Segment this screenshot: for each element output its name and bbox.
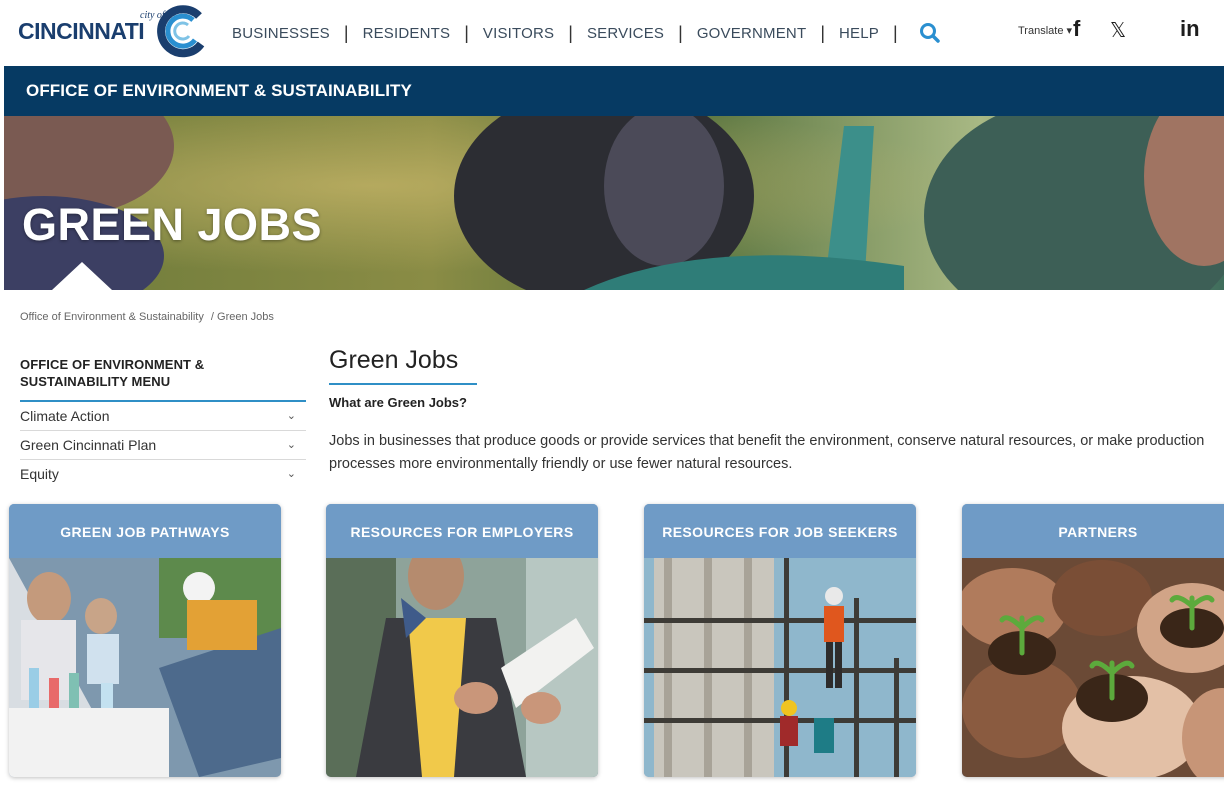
chevron-down-icon[interactable]: ⌄ bbox=[287, 460, 296, 488]
nav-government[interactable]: GOVERNMENT bbox=[697, 25, 807, 42]
x-twitter-icon[interactable]: 𝕏 bbox=[1110, 18, 1126, 42]
card-label: GREEN JOB PATHWAYS bbox=[9, 504, 281, 558]
nav-help[interactable]: HELP bbox=[839, 25, 879, 42]
breadcrumb: Office of Environment & Sustainability /… bbox=[20, 311, 278, 323]
side-menu: OFFICE OF ENVIRONMENT & SUSTAINABILITY M… bbox=[20, 356, 306, 489]
card-label: PARTNERS bbox=[962, 504, 1224, 558]
chevron-down-icon[interactable]: ⌄ bbox=[287, 402, 296, 430]
side-menu-item-green-cincinnati-plan[interactable]: Green Cincinnati Plan ⌄ bbox=[20, 431, 306, 460]
title-underline bbox=[329, 383, 477, 385]
side-menu-item-climate-action[interactable]: Climate Action ⌄ bbox=[20, 402, 306, 431]
hero-title: GREEN JOBS bbox=[22, 199, 323, 250]
side-menu-heading: OFFICE OF ENVIRONMENT & SUSTAINABILITY M… bbox=[20, 356, 306, 390]
breadcrumb-current: / Green Jobs bbox=[210, 311, 274, 323]
search-icon[interactable] bbox=[918, 21, 944, 45]
side-menu-heading-line1: OFFICE OF ENVIRONMENT & bbox=[20, 357, 205, 372]
side-menu-item-equity[interactable]: Equity ⌄ bbox=[20, 460, 306, 489]
city-logo[interactable]: city of CINCINNATI bbox=[18, 2, 213, 58]
nav-separator: | bbox=[568, 22, 573, 43]
nav-separator: | bbox=[893, 22, 898, 43]
nav-separator: | bbox=[343, 22, 349, 43]
nav-separator: | bbox=[464, 22, 469, 43]
department-title[interactable]: OFFICE OF ENVIRONMENT & SUSTAINABILITY bbox=[26, 81, 412, 101]
card-image-scaffolding-workers bbox=[644, 558, 916, 777]
section-subheading: What are Green Jobs? bbox=[329, 395, 467, 410]
main-nav: BUSINESSES | RESIDENTS | VISITORS | SERV… bbox=[232, 21, 944, 45]
card-resources-for-job-seekers[interactable]: RESOURCES FOR JOB SEEKERS bbox=[644, 504, 916, 777]
department-banner: OFFICE OF ENVIRONMENT & SUSTAINABILITY bbox=[4, 66, 1224, 116]
nav-separator: | bbox=[678, 22, 683, 43]
card-partners[interactable]: PARTNERS bbox=[962, 504, 1224, 777]
nav-visitors[interactable]: VISITORS bbox=[483, 25, 554, 42]
hero-banner: GREEN JOBS bbox=[4, 116, 1224, 290]
nav-services[interactable]: SERVICES bbox=[587, 25, 664, 42]
translate-dropdown[interactable]: Translate ▾ bbox=[1018, 24, 1072, 37]
nav-businesses[interactable]: BUSINESSES bbox=[232, 25, 330, 42]
card-image-businessman-tablet bbox=[326, 558, 598, 777]
page-title: Green Jobs bbox=[329, 346, 459, 374]
side-menu-item-label: Green Cincinnati Plan bbox=[20, 437, 157, 453]
card-label: RESOURCES FOR JOB SEEKERS bbox=[644, 504, 916, 558]
card-label: RESOURCES FOR EMPLOYERS bbox=[326, 504, 598, 558]
card-image-hands-seedlings bbox=[962, 558, 1224, 777]
breadcrumb-link-office[interactable]: Office of Environment & Sustainability bbox=[20, 311, 204, 323]
side-menu-item-label: Climate Action bbox=[20, 408, 110, 424]
side-menu-item-label: Equity bbox=[20, 466, 59, 482]
nav-residents[interactable]: RESIDENTS bbox=[363, 25, 451, 42]
card-resources-for-employers[interactable]: RESOURCES FOR EMPLOYERS bbox=[326, 504, 598, 777]
card-green-job-pathways[interactable]: GREEN JOB PATHWAYS bbox=[9, 504, 281, 777]
card-image-lab-solar bbox=[9, 558, 281, 777]
linkedin-icon[interactable]: in bbox=[1180, 16, 1200, 42]
facebook-icon[interactable]: f bbox=[1073, 16, 1080, 42]
nav-separator: | bbox=[820, 22, 826, 43]
side-menu-heading-line2: SUSTAINABILITY MENU bbox=[20, 374, 171, 389]
intro-paragraph: Jobs in businesses that produce goods or… bbox=[329, 433, 1205, 472]
logo-swirl-icon bbox=[157, 5, 205, 58]
logo-wordmark: CINCINNATI bbox=[18, 18, 145, 44]
chevron-down-icon[interactable]: ⌄ bbox=[287, 431, 296, 459]
site-header: city of CINCINNATI BUSINESSES | RESIDENT… bbox=[0, 0, 1224, 66]
